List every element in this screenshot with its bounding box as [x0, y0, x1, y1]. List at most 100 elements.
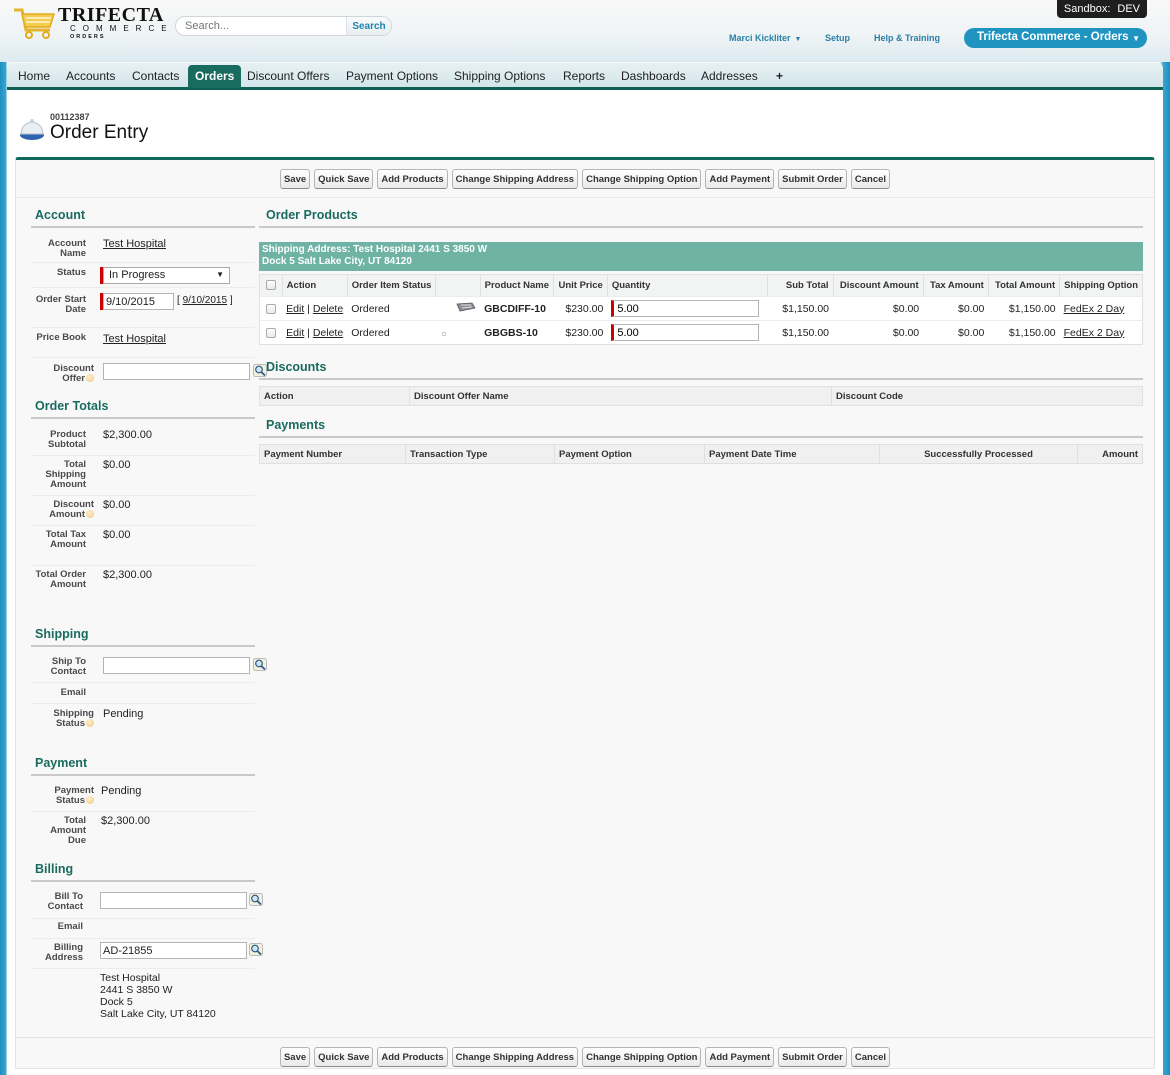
- logo-tag: ORDERS: [70, 34, 106, 40]
- shipping-option-link[interactable]: FedEx 2 Day: [1064, 327, 1125, 339]
- change-shipping-address-button[interactable]: Change Shipping Address: [451, 169, 579, 189]
- column-header[interactable]: Total Amount: [988, 274, 1061, 297]
- column-header[interactable]: Shipping Option: [1059, 274, 1143, 297]
- divider: [259, 378, 1143, 380]
- add-payment-button[interactable]: Add Payment: [705, 169, 775, 189]
- delete-link[interactable]: Delete: [313, 303, 343, 315]
- change-shipping-option-button[interactable]: Change Shipping Option: [582, 169, 702, 189]
- tab-orders[interactable]: Orders: [188, 65, 242, 88]
- discount-offer-input[interactable]: [103, 363, 250, 380]
- billing-address-label: Billing Address: [44, 942, 83, 963]
- tab-dashboards[interactable]: Dashboards: [621, 69, 686, 83]
- search-input[interactable]: [176, 17, 348, 35]
- payment-heading: Payment: [35, 756, 88, 770]
- app-switcher[interactable]: Trifecta Commerce - Orders ▼: [964, 28, 1147, 48]
- column-header[interactable]: Action: [259, 386, 410, 406]
- tab-discount-offers[interactable]: Discount Offers: [247, 69, 329, 83]
- column-header[interactable]: Discount Code: [831, 386, 1143, 406]
- column-header[interactable]: Amount: [1077, 444, 1143, 464]
- change-shipping-option-button[interactable]: Change Shipping Option: [582, 1047, 702, 1067]
- start-date-row: Order Start Date [ 9/10/2015 ]: [31, 288, 255, 328]
- row-checkbox[interactable]: [266, 327, 277, 338]
- total-shipping-label: Total Shipping Amount: [45, 459, 86, 490]
- trifecta-logo[interactable]: TRIFECTA COMMERCE ORDERS: [12, 4, 167, 42]
- service-bell-icon: [20, 119, 44, 140]
- column-header[interactable]: Discount Offer Name: [409, 386, 832, 406]
- column-header[interactable]: Quantity: [607, 274, 769, 297]
- help-icon[interactable]: [86, 796, 94, 804]
- add-products-button[interactable]: Add Products: [377, 169, 448, 189]
- column-header[interactable]: Transaction Type: [405, 444, 555, 464]
- help-training-link[interactable]: Help & Training: [874, 33, 940, 43]
- tab-home[interactable]: Home: [18, 69, 50, 83]
- column-header[interactable]: Discount Amount: [833, 274, 924, 297]
- save-button[interactable]: Save: [279, 1047, 311, 1067]
- select-all-checkbox[interactable]: [265, 280, 276, 291]
- today-date-link[interactable]: 9/10/2015: [183, 295, 228, 306]
- chevron-down-icon: ▼: [794, 36, 802, 43]
- add-products-button[interactable]: Add Products: [377, 1047, 448, 1067]
- tab-payment-options[interactable]: Payment Options: [346, 69, 438, 83]
- column-header[interactable]: Action: [282, 274, 348, 297]
- lookup-magnifier-icon[interactable]: [253, 364, 267, 377]
- shipping-option-link[interactable]: FedEx 2 Day: [1064, 303, 1125, 315]
- row-checkbox[interactable]: [266, 303, 277, 314]
- column-header[interactable]: Successfully Processed: [879, 444, 1078, 464]
- quick-save-button[interactable]: Quick Save: [314, 1047, 374, 1067]
- help-icon[interactable]: [86, 374, 94, 382]
- submit-order-button[interactable]: Submit Order: [778, 169, 847, 189]
- logo-subtitle: COMMERCE: [70, 24, 174, 33]
- help-icon[interactable]: [86, 510, 94, 518]
- column-header[interactable]: Product Name: [480, 274, 555, 297]
- search-button[interactable]: Search: [346, 17, 391, 35]
- tab-shipping-options[interactable]: Shipping Options: [454, 69, 545, 83]
- status-value: In Progress: [109, 269, 166, 281]
- tab-reports[interactable]: Reports: [563, 69, 605, 83]
- add-tab-button[interactable]: +: [776, 69, 783, 83]
- quantity-input[interactable]: [611, 300, 760, 317]
- total-due-value: $2,300.00: [101, 815, 150, 827]
- bill-to-contact-input[interactable]: [100, 892, 247, 909]
- tab-accounts[interactable]: Accounts: [66, 69, 115, 83]
- account-name-link[interactable]: Test Hospital: [103, 238, 166, 250]
- column-header[interactable]: Tax Amount: [923, 274, 989, 297]
- item-status-cell: Ordered: [347, 296, 436, 321]
- column-header[interactable]: Unit Price: [553, 274, 608, 297]
- lookup-magnifier-icon[interactable]: [249, 943, 263, 956]
- cancel-button[interactable]: Cancel: [850, 169, 891, 189]
- column-header[interactable]: Payment Number: [259, 444, 406, 464]
- total-order-label: Total Order Amount: [35, 569, 87, 590]
- product-name-cell: GBCDIFF-10: [480, 296, 554, 321]
- edit-link[interactable]: Edit: [286, 327, 304, 339]
- column-header[interactable]: Payment Date Time: [704, 444, 880, 464]
- price-book-link[interactable]: Test Hospital: [103, 333, 166, 345]
- billing-address-input[interactable]: [100, 942, 247, 959]
- column-header[interactable]: Payment Option: [554, 444, 705, 464]
- action-cell: Edit | Delete: [282, 296, 348, 321]
- submit-order-button[interactable]: Submit Order: [778, 1047, 847, 1067]
- lookup-magnifier-icon[interactable]: [249, 893, 263, 906]
- change-shipping-address-button[interactable]: Change Shipping Address: [451, 1047, 579, 1067]
- help-icon[interactable]: [86, 719, 94, 727]
- column-header[interactable]: Order Item Status: [347, 274, 437, 297]
- status-select[interactable]: In Progress ▼: [103, 267, 230, 284]
- cancel-button[interactable]: Cancel: [850, 1047, 891, 1067]
- setup-link[interactable]: Setup: [825, 33, 850, 43]
- column-header[interactable]: Sub Total: [767, 274, 834, 297]
- total-amount-cell: $1,150.00: [988, 320, 1060, 345]
- record-number: 00112387: [50, 112, 90, 122]
- quick-save-button[interactable]: Quick Save: [314, 169, 374, 189]
- ship-to-contact-input[interactable]: [103, 657, 250, 674]
- quantity-input[interactable]: [611, 324, 760, 341]
- edit-link[interactable]: Edit: [286, 303, 304, 315]
- add-payment-button[interactable]: Add Payment: [705, 1047, 775, 1067]
- start-date-input[interactable]: [103, 293, 174, 310]
- user-menu[interactable]: Marci Kickliter ▼: [729, 33, 801, 43]
- tab-addresses[interactable]: Addresses: [701, 69, 758, 83]
- save-button[interactable]: Save: [279, 169, 311, 189]
- address-line: Dock 5: [100, 996, 133, 1008]
- delete-link[interactable]: Delete: [313, 327, 343, 339]
- tab-contacts[interactable]: Contacts: [132, 69, 179, 83]
- tab-bar: Home Accounts Contacts Orders Discount O…: [7, 63, 1163, 90]
- lookup-magnifier-icon[interactable]: [253, 658, 267, 671]
